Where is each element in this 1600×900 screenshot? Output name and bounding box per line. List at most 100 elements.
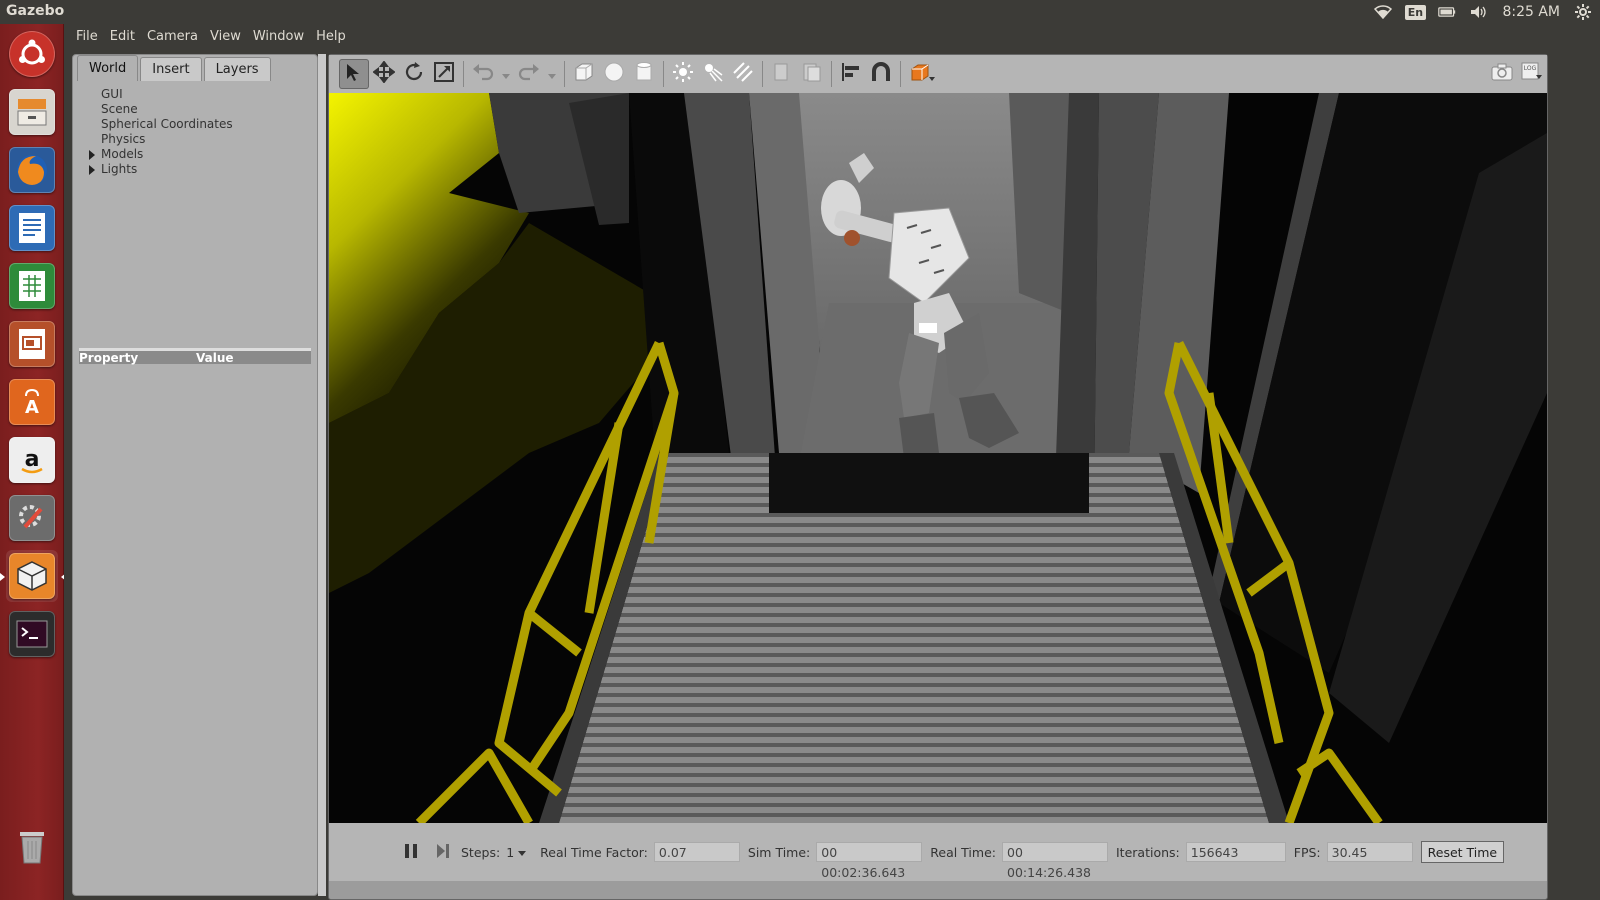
sim-time-label: Sim Time: — [747, 844, 811, 860]
menu-view[interactable]: View — [204, 29, 247, 44]
menu-window[interactable]: Window — [247, 29, 310, 44]
steps-value[interactable]: 1 — [506, 845, 514, 860]
view-angle-button[interactable] — [905, 59, 941, 89]
tab-layers[interactable]: Layers — [203, 57, 271, 81]
menu-bar: File Edit Camera View Window Help — [64, 24, 1600, 48]
tree-item-physics[interactable]: Physics — [77, 132, 315, 147]
align-button[interactable] — [836, 59, 866, 89]
launcher-writer[interactable] — [6, 202, 58, 254]
rotate-mode-button[interactable] — [399, 59, 429, 89]
step-button[interactable] — [431, 837, 455, 867]
menu-camera[interactable]: Camera — [141, 29, 204, 44]
tree-item-spherical-coordinates[interactable]: Spherical Coordinates — [77, 117, 315, 132]
tree-item-label: Physics — [101, 132, 146, 146]
toolbar-separator — [900, 61, 901, 87]
clock[interactable]: 8:25 AM — [1502, 4, 1560, 20]
launcher-impress[interactable] — [6, 318, 58, 370]
launcher-system-settings[interactable] — [6, 492, 58, 544]
view-cube-icon — [909, 61, 937, 87]
redo-icon — [518, 63, 540, 85]
tree-item-models[interactable]: Models — [77, 147, 315, 162]
launcher-trash[interactable] — [6, 820, 58, 872]
insert-spot-light-button[interactable] — [698, 59, 728, 89]
select-mode-button[interactable] — [339, 59, 369, 89]
system-tray: En 8:25 AM — [1374, 0, 1592, 24]
3d-viewport[interactable] — [329, 93, 1547, 823]
simulation-status-bar: Steps: 1 Real Time Factor: 0.07 Sim Time… — [329, 823, 1547, 881]
volume-icon[interactable] — [1470, 4, 1488, 20]
log-button[interactable]: LOG — [1517, 59, 1547, 89]
paste-button[interactable] — [797, 59, 827, 89]
toolbar: LOG — [329, 55, 1547, 93]
expand-arrow-icon[interactable] — [89, 165, 95, 175]
copy-button[interactable] — [767, 59, 797, 89]
keyboard-layout-label: En — [1404, 4, 1427, 20]
launcher-ubuntu-dash[interactable] — [6, 28, 58, 80]
render-panel: LOG Steps: 1 Real Time Factor: 0.07 Sim … — [328, 54, 1548, 900]
launcher-terminal[interactable] — [6, 608, 58, 660]
wifi-icon[interactable] — [1374, 4, 1393, 20]
gear-icon[interactable] — [1574, 4, 1592, 20]
running-indicator — [0, 573, 5, 581]
world-tree: GUI Scene Spherical Coordinates Physics … — [77, 83, 315, 345]
screenshot-button[interactable] — [1487, 59, 1517, 89]
tree-item-label: Lights — [101, 162, 138, 176]
redo-button[interactable] — [514, 59, 544, 89]
reset-time-button[interactable]: Reset Time — [1420, 841, 1505, 863]
trash-icon — [9, 823, 55, 869]
menu-edit[interactable]: Edit — [104, 29, 141, 44]
tree-item-lights[interactable]: Lights — [77, 162, 315, 177]
system-top-bar: Gazebo En 8:25 AM — [0, 0, 1600, 24]
cursor-arrow-icon — [344, 62, 364, 86]
tree-item-gui[interactable]: GUI — [77, 87, 315, 102]
pause-button[interactable] — [399, 837, 423, 867]
copy-icon — [772, 61, 792, 87]
launcher-software-center[interactable]: A — [6, 376, 58, 428]
launcher-firefox[interactable] — [6, 144, 58, 196]
tab-world[interactable]: World — [77, 55, 139, 81]
launcher-files[interactable] — [6, 86, 58, 138]
insert-point-light-button[interactable] — [668, 59, 698, 89]
translate-mode-button[interactable] — [369, 59, 399, 89]
snap-button[interactable] — [866, 59, 896, 89]
insert-box-button[interactable] — [569, 59, 599, 89]
undo-history-dropdown[interactable] — [498, 59, 514, 89]
rtf-value: 0.07 — [653, 842, 740, 862]
steps-dropdown[interactable] — [518, 845, 527, 860]
launcher-gazebo[interactable] — [0, 550, 66, 602]
toolbar-separator — [663, 61, 664, 87]
menu-help[interactable]: Help — [310, 29, 352, 44]
menu-file[interactable]: File — [70, 29, 104, 44]
insert-sphere-button[interactable] — [599, 59, 629, 89]
tree-item-label: GUI — [101, 87, 123, 101]
pause-icon — [404, 843, 418, 862]
insert-directional-light-button[interactable] — [728, 59, 758, 89]
spreadsheet-icon — [9, 263, 55, 309]
insert-cylinder-button[interactable] — [629, 59, 659, 89]
panel-splitter[interactable] — [318, 54, 326, 896]
launcher-amazon[interactable]: a — [6, 434, 58, 486]
sun-light-icon — [672, 61, 694, 87]
tab-insert[interactable]: Insert — [140, 57, 202, 81]
align-icon — [840, 61, 862, 87]
keyboard-layout-indicator[interactable]: En — [1404, 4, 1427, 20]
battery-icon[interactable] — [1438, 4, 1456, 20]
scale-mode-button[interactable] — [429, 59, 459, 89]
presentation-icon — [9, 321, 55, 367]
undo-button[interactable] — [468, 59, 498, 89]
property-table-header: Property Value — [79, 348, 311, 365]
cylinder-shape-icon — [634, 61, 654, 87]
toolbar-separator — [564, 61, 565, 87]
tree-item-scene[interactable]: Scene — [77, 102, 315, 117]
launcher-calc[interactable] — [6, 260, 58, 312]
gazebo-icon — [9, 553, 55, 599]
ubuntu-logo-icon — [9, 31, 55, 77]
expand-arrow-icon[interactable] — [89, 150, 95, 160]
redo-history-dropdown[interactable] — [544, 59, 560, 89]
left-panel: World Insert Layers GUI Scene Spherical … — [72, 54, 318, 896]
steps-label: Steps: — [461, 844, 501, 860]
document-writer-icon — [9, 205, 55, 251]
toolbar-separator — [463, 61, 464, 87]
magnet-icon — [870, 61, 892, 87]
paste-icon — [802, 61, 822, 87]
